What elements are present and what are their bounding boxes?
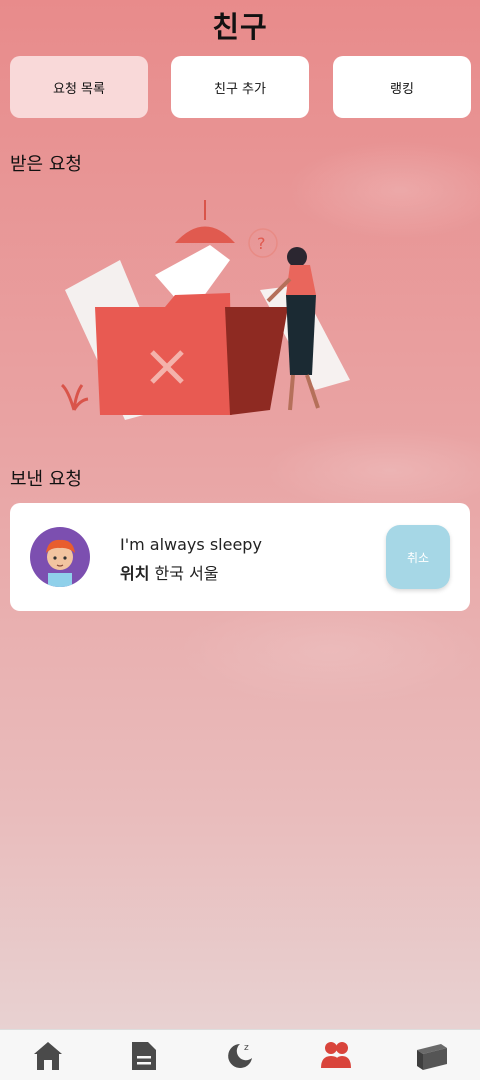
status-message: I'm always sleepy [120, 535, 262, 554]
received-requests-heading: 받은 요청 [10, 154, 82, 175]
nav-box[interactable] [384, 1030, 480, 1080]
location-value: 한국 서울 [154, 564, 219, 583]
sent-requests-heading: 보낸 요청 [10, 469, 82, 490]
empty-folder-illustration: ? [60, 200, 350, 420]
tab-ranking[interactable]: 랭킹 [333, 56, 471, 118]
tab-bar: 요청 목록 친구 추가 랭킹 [10, 56, 471, 118]
location-label: 위치 [120, 564, 150, 583]
location-line: 위치 한국 서울 [120, 560, 219, 584]
nav-friends[interactable] [288, 1030, 384, 1080]
bottom-nav: z [0, 1029, 480, 1080]
box-icon [417, 1044, 447, 1070]
friends-icon [321, 1042, 351, 1068]
svg-text:?: ? [257, 234, 266, 253]
svg-text:z: z [244, 1043, 249, 1053]
sent-request-card: I'm always sleepy 위치 한국 서울 취소 [10, 503, 470, 611]
page-title: 친구 [212, 10, 268, 44]
cancel-request-button[interactable]: 취소 [386, 525, 450, 589]
avatar [30, 527, 90, 587]
nav-diary[interactable] [96, 1030, 192, 1080]
tab-request-list[interactable]: 요청 목록 [10, 56, 148, 118]
tab-add-friend[interactable]: 친구 추가 [171, 56, 309, 118]
document-icon [132, 1042, 156, 1070]
avatar-boy-icon [46, 539, 75, 587]
nav-home[interactable] [0, 1030, 96, 1080]
home-icon [34, 1042, 62, 1070]
sleep-icon: z [228, 1043, 252, 1068]
nav-sleep[interactable]: z [192, 1030, 288, 1080]
